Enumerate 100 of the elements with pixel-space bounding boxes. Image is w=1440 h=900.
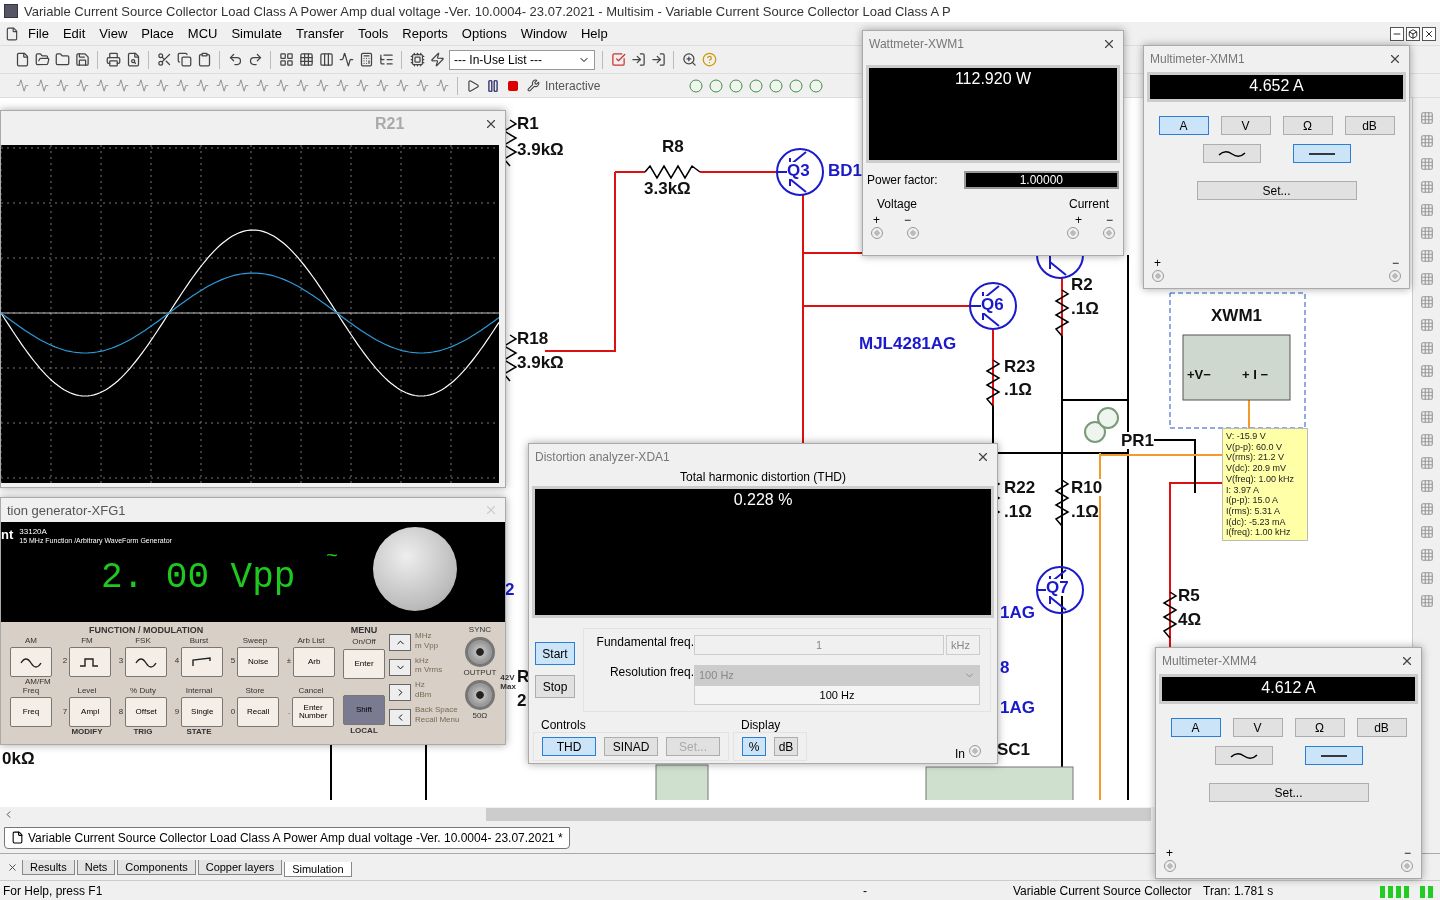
enter-key[interactable]: Enter xyxy=(343,648,385,679)
run-button[interactable]: Start xyxy=(535,642,575,665)
ac-button[interactable] xyxy=(1214,746,1273,765)
menu-item[interactable]: Window xyxy=(514,24,573,43)
instrument-icon[interactable] xyxy=(1418,179,1435,195)
minimize-icon[interactable] xyxy=(1390,26,1404,41)
component-icon[interactable] xyxy=(254,77,270,94)
component-icon[interactable] xyxy=(194,77,210,94)
component-icon[interactable] xyxy=(434,77,450,94)
component-icon[interactable] xyxy=(314,77,330,94)
mode-button[interactable]: dB xyxy=(1344,116,1395,135)
terminal[interactable] xyxy=(907,227,919,239)
instrument-icon[interactable] xyxy=(1418,501,1435,517)
instrument-icon[interactable] xyxy=(1418,570,1435,586)
open-folder-icon[interactable] xyxy=(34,51,50,68)
sheet-tab[interactable]: Components xyxy=(117,859,196,875)
instrument-icon[interactable] xyxy=(1418,547,1435,563)
function-key[interactable]: Freq xyxy=(10,697,52,728)
component-dropdown[interactable]: --- In-Use List --- xyxy=(449,49,595,70)
run-button[interactable]: Stop xyxy=(535,675,575,698)
probe-icon[interactable] xyxy=(688,77,705,94)
component-icon[interactable] xyxy=(74,77,90,94)
display-button[interactable]: dB xyxy=(774,737,798,756)
function-key[interactable]: Arb xyxy=(293,646,336,677)
arrow-key[interactable] xyxy=(389,709,411,726)
calculator-icon[interactable] xyxy=(358,51,374,68)
function-key[interactable]: Enter Number xyxy=(292,697,335,728)
zoom-icon[interactable] xyxy=(681,51,697,68)
instrument-icon[interactable] xyxy=(1418,271,1435,287)
print-preview-icon[interactable] xyxy=(125,51,141,68)
instrument-icon[interactable] xyxy=(1418,524,1435,540)
scrollbar-thumb[interactable] xyxy=(486,808,1151,821)
instrument-icon[interactable] xyxy=(1418,156,1435,172)
component-icon[interactable] xyxy=(114,77,130,94)
instrument-icon[interactable] xyxy=(1418,317,1435,333)
function-key[interactable]: Recall xyxy=(237,697,280,728)
function-key[interactable] xyxy=(10,646,52,677)
arrow-key[interactable] xyxy=(389,659,411,676)
shift-key[interactable]: Shift xyxy=(343,694,385,725)
mode-button[interactable]: V xyxy=(1232,718,1283,737)
instrument-icon[interactable] xyxy=(1418,202,1435,218)
probe-icon[interactable] xyxy=(788,77,805,94)
component-icon[interactable] xyxy=(274,77,290,94)
menu-item[interactable]: MCU xyxy=(181,24,224,43)
instrument-icon[interactable] xyxy=(1418,409,1435,425)
instrument-icon[interactable] xyxy=(1418,478,1435,494)
component-icon[interactable] xyxy=(214,77,230,94)
pause-icon[interactable] xyxy=(485,77,501,94)
folder-icon[interactable] xyxy=(54,51,70,68)
probe-icon[interactable] xyxy=(728,77,745,94)
menu-item[interactable]: File xyxy=(22,24,55,43)
instrument-icon[interactable] xyxy=(1418,133,1435,149)
mode-button[interactable]: dB xyxy=(1356,718,1407,737)
instrument-icon[interactable] xyxy=(1418,386,1435,402)
save-icon[interactable] xyxy=(74,51,90,68)
probe-icon[interactable] xyxy=(808,77,825,94)
export-icon[interactable] xyxy=(630,51,646,68)
arrow-key[interactable] xyxy=(389,634,411,651)
function-key[interactable] xyxy=(125,646,168,677)
menu-item[interactable]: View xyxy=(93,24,134,43)
function-key[interactable]: Single xyxy=(181,697,224,728)
mode-button[interactable]: A xyxy=(1170,718,1221,737)
instrument-icon[interactable] xyxy=(1418,363,1435,379)
terminal[interactable] xyxy=(1152,270,1164,282)
chip-icon[interactable] xyxy=(409,51,425,68)
terminal[interactable] xyxy=(1401,860,1413,872)
cut-icon[interactable] xyxy=(156,51,172,68)
terminal[interactable] xyxy=(871,227,883,239)
menu-item[interactable]: Place xyxy=(135,24,180,43)
mode-button[interactable]: A xyxy=(1158,116,1209,135)
sheet-tab[interactable]: Results xyxy=(22,859,75,875)
probe-icon[interactable] xyxy=(748,77,765,94)
instrument-icon[interactable] xyxy=(1418,432,1435,448)
restore-icon[interactable] xyxy=(1406,26,1420,41)
component-icon[interactable] xyxy=(174,77,190,94)
play-icon[interactable] xyxy=(465,77,481,94)
component-icon[interactable] xyxy=(354,77,370,94)
instrument-icon[interactable] xyxy=(1418,225,1435,241)
sheet-tab[interactable]: Copper layers xyxy=(197,859,283,875)
menu-item[interactable]: Help xyxy=(574,24,614,43)
terminal[interactable] xyxy=(969,745,981,757)
component-icon[interactable] xyxy=(394,77,410,94)
grid-icon[interactable] xyxy=(298,51,314,68)
print-icon[interactable] xyxy=(105,51,121,68)
probe-icon[interactable] xyxy=(768,77,785,94)
function-key[interactable]: Offset xyxy=(125,697,168,728)
function-key[interactable]: Noise xyxy=(237,646,280,677)
paste-icon[interactable] xyxy=(196,51,212,68)
function-key[interactable] xyxy=(181,646,224,677)
ac-button[interactable] xyxy=(1202,144,1261,163)
menu-item[interactable]: Simulate xyxy=(225,24,289,43)
component-icon[interactable] xyxy=(54,77,70,94)
function-key[interactable] xyxy=(69,646,112,677)
grid-view-icon[interactable] xyxy=(278,51,294,68)
columns-icon[interactable] xyxy=(318,51,334,68)
dc-button[interactable] xyxy=(1292,144,1351,163)
sheet-tab[interactable]: Nets xyxy=(76,859,116,875)
mode-button[interactable]: Ω xyxy=(1282,116,1333,135)
probe-icon[interactable] xyxy=(708,77,725,94)
undo-icon[interactable] xyxy=(227,51,243,68)
